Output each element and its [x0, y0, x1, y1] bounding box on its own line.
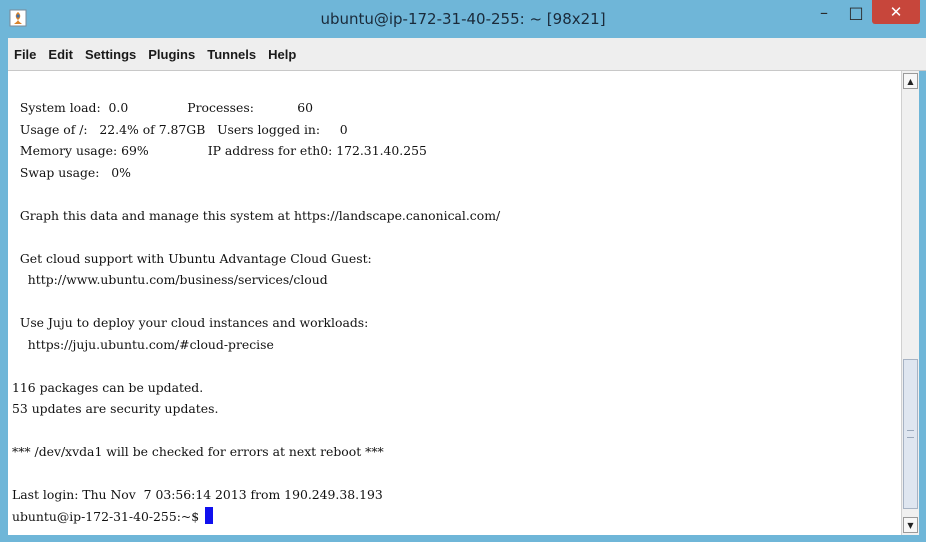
terminal-line: Graph this data and manage this system a…	[12, 207, 501, 223]
shell-prompt: ubuntu@ip-172-31-40-255:~$	[12, 508, 204, 524]
menu-file[interactable]: File	[12, 47, 38, 62]
menu-plugins[interactable]: Plugins	[146, 47, 197, 62]
close-icon: ✕	[889, 3, 903, 21]
maximize-button[interactable]: □	[842, 0, 870, 24]
arrow-up-icon: ▲	[907, 76, 914, 86]
terminal-window: ubuntu@ip-172-31-40-255: ~ [98x21] – □ ✕…	[0, 0, 926, 542]
text-cursor	[205, 506, 214, 524]
minimize-icon: –	[820, 2, 828, 22]
scroll-up-button[interactable]: ▲	[903, 73, 918, 89]
terminal-text: System load: 0.0 Processes: 60 Usage of …	[12, 97, 500, 527]
terminal-line: https://juju.ubuntu.com/#cloud-precise	[12, 336, 274, 352]
menu-settings[interactable]: Settings	[83, 47, 138, 62]
terminal-line: Use Juju to deploy your cloud instances …	[12, 315, 369, 330]
scroll-down-button[interactable]: ▼	[903, 517, 918, 533]
maximize-icon: □	[848, 2, 864, 22]
terminal-line: Last login: Thu Nov 7 03:56:14 2013 from…	[12, 487, 383, 502]
terminal-line: *** /dev/xvda1 will be checked for error…	[12, 444, 384, 459]
arrow-down-icon: ▼	[907, 520, 914, 530]
terminal-line: System load: 0.0 Processes: 60	[12, 100, 313, 115]
menu-help[interactable]: Help	[266, 47, 298, 62]
minimize-button[interactable]: –	[810, 0, 838, 24]
menu-edit[interactable]: Edit	[46, 47, 75, 62]
terminal-output[interactable]: System load: 0.0 Processes: 60 Usage of …	[8, 71, 901, 535]
terminal-line: Get cloud support with Ubuntu Advantage …	[12, 250, 372, 266]
terminal-line: http://www.ubuntu.com/business/services/…	[12, 272, 328, 287]
vertical-scrollbar[interactable]: ▲ ▼	[901, 71, 919, 535]
grip-icon	[907, 430, 914, 438]
scroll-thumb[interactable]	[903, 359, 918, 509]
terminal-line: 53 updates are security updates.	[12, 401, 219, 416]
terminal-line: Usage of /: 22.4% of 7.87GB Users logged…	[12, 121, 348, 137]
terminal-line: Swap usage: 0%	[12, 164, 131, 180]
terminal-line: Memory usage: 69% IP address for eth0: 1…	[12, 143, 427, 158]
close-button[interactable]: ✕	[872, 0, 920, 24]
window-bottom-border	[0, 535, 926, 542]
terminal-line: 116 packages can be updated.	[12, 379, 204, 395]
title-bar[interactable]: ubuntu@ip-172-31-40-255: ~ [98x21] – □ ✕	[0, 0, 926, 38]
window-title: ubuntu@ip-172-31-40-255: ~ [98x21]	[320, 10, 606, 28]
menu-bar: File Edit Settings Plugins Tunnels Help	[8, 38, 926, 71]
menu-tunnels[interactable]: Tunnels	[205, 47, 258, 62]
